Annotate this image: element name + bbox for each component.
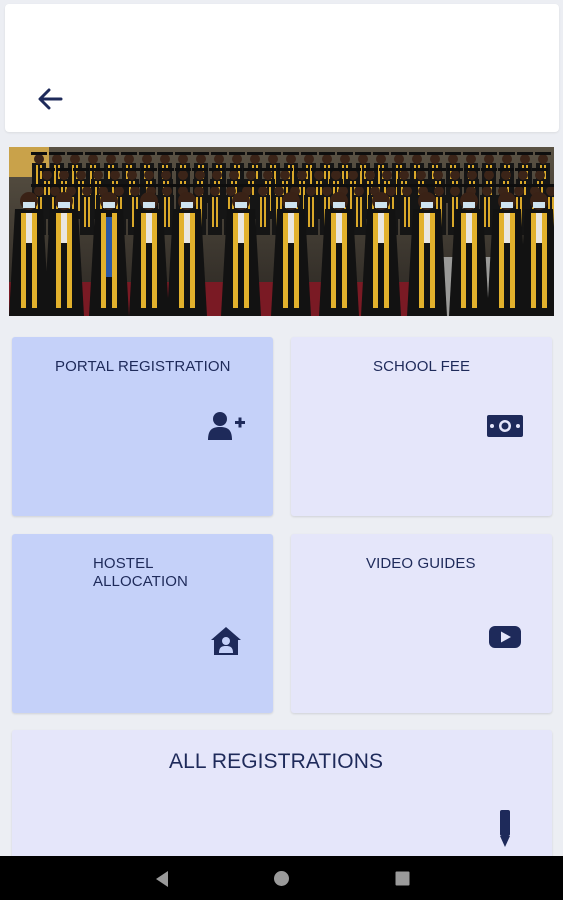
triangle-back-icon[interactable] [154, 870, 170, 888]
school-fee-label: SCHOOL FEE [373, 358, 471, 375]
square-recents-icon[interactable] [395, 871, 410, 886]
banner-image [9, 147, 554, 316]
arrow-left-icon [38, 88, 63, 110]
school-fee-tile[interactable]: SCHOOL FEE [291, 337, 552, 516]
youtube-icon [489, 626, 521, 648]
add-user-icon [208, 412, 245, 440]
app-bar [5, 4, 559, 132]
back-button[interactable] [35, 84, 65, 114]
banknote-icon [487, 415, 523, 437]
pen-icon [500, 810, 510, 847]
circle-home-icon[interactable] [273, 870, 290, 887]
video-guides-label: VIDEO GUIDES [366, 555, 476, 572]
system-navigation-bar [0, 856, 563, 900]
all-registrations-tile[interactable]: ALL REGISTRATIONS [12, 730, 552, 870]
hostel-allocation-label-line1: HOSTEL [93, 555, 154, 572]
portal-registration-label: PORTAL REGISTRATION [55, 358, 231, 375]
hostel-allocation-tile[interactable]: HOSTEL ALLOCATION [12, 534, 273, 713]
portal-registration-tile[interactable]: PORTAL REGISTRATION [12, 337, 273, 516]
hostel-allocation-label-line2: ALLOCATION [93, 573, 188, 590]
video-guides-tile[interactable]: VIDEO GUIDES [291, 534, 552, 713]
house-user-icon [211, 627, 241, 655]
graduation-ceremony-photo [9, 147, 554, 316]
all-registrations-label: ALL REGISTRATIONS [169, 750, 384, 773]
